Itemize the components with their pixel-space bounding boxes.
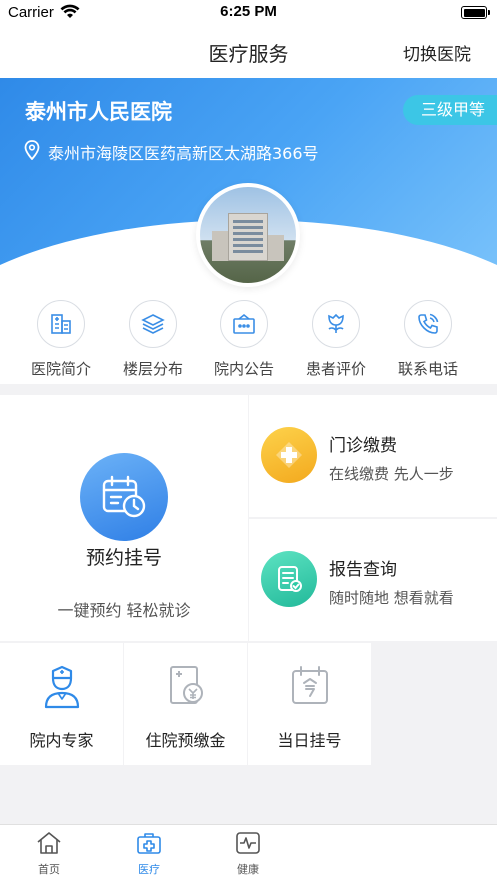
- tab-health[interactable]: 健康: [213, 831, 283, 877]
- health-monitor-icon: [235, 832, 261, 859]
- book-title: 预约挂号: [85, 547, 162, 569]
- quick-item-floors[interactable]: 楼层分布: [107, 300, 199, 379]
- tab-home[interactable]: 首页: [14, 831, 84, 877]
- home-icon: [36, 832, 62, 859]
- hospital-building-icon: [37, 300, 85, 348]
- today-register-label: 当日挂号: [277, 731, 342, 750]
- experts-card[interactable]: 院内专家: [0, 643, 123, 765]
- book-subtitle: 一键预约 轻松就诊: [57, 601, 191, 620]
- quick-label: 联系电话: [397, 360, 458, 378]
- report-icon: [261, 551, 317, 607]
- doctor-icon: [0, 665, 123, 709]
- quick-label: 医院简介: [30, 360, 91, 378]
- today-register-card[interactable]: 当日挂号: [248, 643, 371, 765]
- tab-health-label: 健康: [237, 863, 259, 876]
- status-bar: Carrier 6:25 PM: [0, 0, 497, 28]
- switch-hospital-button[interactable]: 切换医院: [403, 40, 471, 65]
- pay-title: 门诊缴费: [329, 436, 397, 456]
- notice-board-icon: [220, 300, 268, 348]
- hospital-grade-badge: 三级甲等: [402, 95, 497, 125]
- report-subtitle: 随时随地 想看就看: [329, 589, 454, 607]
- report-query-card[interactable]: 报告查询 随时随地 想看就看: [249, 519, 497, 641]
- quick-menu: 医院简介 楼层分布 院内公告 患者评价 联系电话: [0, 300, 497, 384]
- battery-icon: [461, 6, 490, 19]
- status-time: 6:25 PM: [220, 3, 277, 20]
- quick-item-intro[interactable]: 医院简介: [15, 300, 107, 379]
- tab-bar: 首页 医疗 健康: [0, 824, 497, 883]
- book-appointment-card[interactable]: 预约挂号 一键预约 轻松就诊: [0, 395, 248, 641]
- tab-medical[interactable]: 医疗: [114, 831, 184, 877]
- quick-label: 院内公告: [213, 360, 274, 378]
- hospital-name: 泰州市人民医院: [25, 100, 172, 124]
- location-pin-icon: [24, 140, 48, 164]
- tab-medical-label: 医疗: [138, 863, 160, 876]
- quick-item-notice[interactable]: 院内公告: [198, 300, 290, 379]
- experts-label: 院内专家: [29, 731, 94, 750]
- deposit-label: 住院预缴金: [145, 731, 226, 750]
- medical-cross-icon: [261, 427, 317, 483]
- nav-bar: 医疗服务 切换医院: [0, 28, 497, 78]
- quick-item-phone[interactable]: 联系电话: [382, 300, 474, 379]
- quick-label: 楼层分布: [122, 360, 183, 378]
- outpatient-payment-card[interactable]: 门诊缴费 在线缴费 先人一步: [249, 395, 497, 517]
- tab-home-label: 首页: [38, 863, 60, 876]
- hospital-address-row[interactable]: 泰州市海陵区医药高新区太湖路366号: [24, 140, 319, 164]
- hospital-address: 泰州市海陵区医药高新区太湖路366号: [48, 144, 319, 163]
- quick-item-reviews[interactable]: 患者评价: [290, 300, 382, 379]
- report-title: 报告查询: [329, 560, 397, 580]
- hospital-photo: [196, 183, 300, 287]
- deposit-card[interactable]: 住院预缴金: [124, 643, 247, 765]
- phone-icon: [404, 300, 452, 348]
- medical-kit-icon: [136, 833, 162, 859]
- deposit-icon: [124, 665, 247, 709]
- today-calendar-icon: [248, 665, 371, 707]
- pay-subtitle: 在线缴费 先人一步: [329, 465, 454, 483]
- layers-icon: [129, 300, 177, 348]
- flower-icon: [312, 300, 360, 348]
- quick-label: 患者评价: [305, 360, 366, 378]
- calendar-clock-icon: [80, 453, 168, 541]
